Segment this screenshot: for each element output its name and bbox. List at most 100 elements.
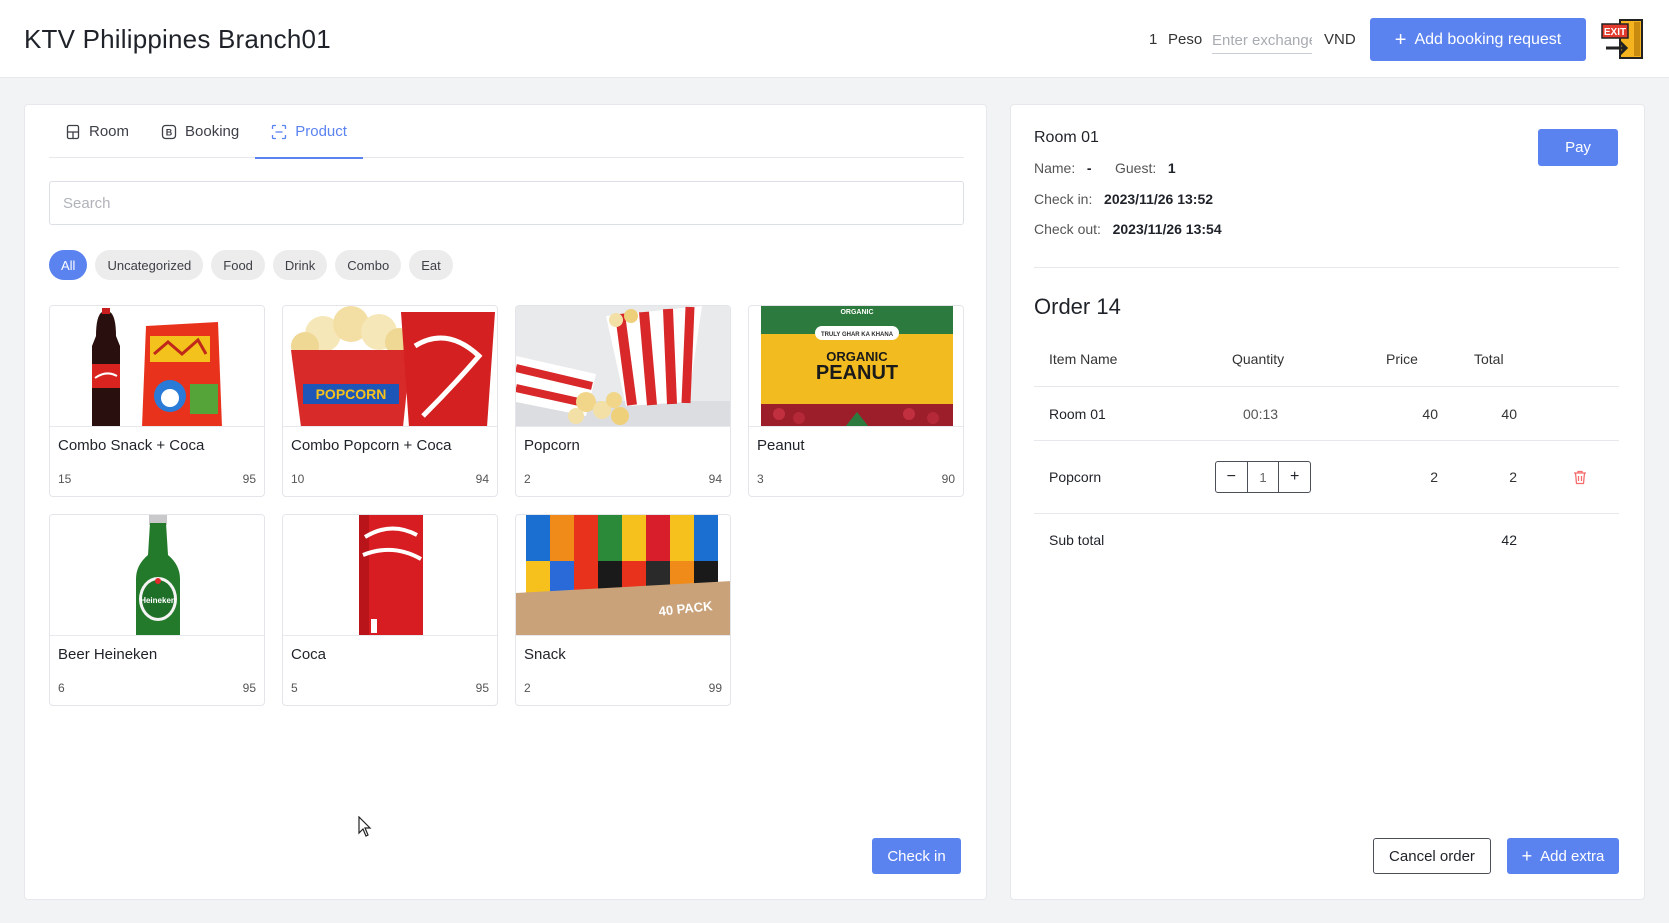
item-name: Popcorn <box>1049 469 1102 485</box>
item-name: Room 01 <box>1049 405 1106 422</box>
product-card[interactable]: Coca 5 95 <box>282 514 498 706</box>
products-panel: Room B Booking Product All Uncategorized… <box>24 104 987 900</box>
table-row: Popcorn − 1 + 2 2 <box>1034 441 1619 514</box>
product-stock: 5 <box>291 681 298 695</box>
decrease-button[interactable]: − <box>1216 462 1247 492</box>
tab-bar: Room B Booking Product <box>49 105 964 159</box>
tab-booking-label: Booking <box>185 123 240 140</box>
name-value: - <box>1086 160 1092 176</box>
svg-text:PEANUT: PEANUT <box>816 362 898 384</box>
product-name: Peanut <box>757 437 805 454</box>
order-table: Item Name Quantity Price Total Room 01 0… <box>1034 331 1619 566</box>
product-price: 95 <box>475 681 489 695</box>
item-total: 40 <box>1501 405 1517 422</box>
cancel-order-button[interactable]: Cancel order <box>1373 838 1491 874</box>
product-grid: Combo Snack + Coca 15 95 POPCORN Combo P… <box>49 305 969 706</box>
add-booking-request-button[interactable]: + Add booking request <box>1370 18 1586 61</box>
exchange-rate-source-currency: Peso <box>1168 31 1203 48</box>
add-booking-request-label: Add booking request <box>1414 30 1562 48</box>
trash-icon[interactable] <box>1572 469 1588 485</box>
increase-button[interactable]: + <box>1279 462 1310 492</box>
add-extra-label: Add extra <box>1540 847 1605 865</box>
check-out-value: 2023/11/26 13:54 <box>1112 221 1222 237</box>
top-header: KTV Philippines Branch01 1 Peso VND + Ad… <box>0 0 1669 78</box>
column-price: Price <box>1386 350 1418 367</box>
category-chip-food[interactable]: Food <box>211 250 265 280</box>
item-total: 2 <box>1509 469 1517 485</box>
quantity-input[interactable]: 1 <box>1246 462 1280 492</box>
combo-snack-coca-image <box>50 306 264 427</box>
item-price: 40 <box>1422 405 1438 422</box>
tab-room[interactable]: Room <box>49 105 145 158</box>
product-card[interactable]: POPCORN Combo Popcorn + Coca 10 94 <box>282 305 498 497</box>
product-name: Combo Snack + Coca <box>58 437 205 454</box>
category-chip-all[interactable]: All <box>49 250 88 280</box>
exit-icon[interactable]: EXIT <box>1600 18 1646 62</box>
product-price: 94 <box>475 472 489 486</box>
plus-icon: + <box>1394 28 1407 51</box>
category-filter: All Uncategorized Food Drink Combo Eat <box>49 250 453 280</box>
heineken-image: Heineken <box>50 515 264 636</box>
product-card[interactable]: Combo Snack + Coca 15 95 <box>49 305 265 497</box>
product-stock: 10 <box>291 472 305 486</box>
category-chip-uncategorized[interactable]: Uncategorized <box>95 250 204 280</box>
table-header: Item Name Quantity Price Total <box>1034 331 1619 387</box>
check-out-label: Check out: <box>1034 221 1101 237</box>
name-label: Name: <box>1034 160 1076 176</box>
product-name: Popcorn <box>524 437 580 454</box>
exchange-rate-target-currency: VND <box>1324 31 1356 48</box>
product-price: 94 <box>708 472 722 486</box>
guest-count-row: Guest: 1 <box>1115 160 1176 176</box>
table-row: Room 01 00:13 40 40 <box>1034 387 1619 441</box>
order-panel: Room 01 Name: - Guest: 1 Check in: 2023/… <box>1010 104 1645 900</box>
tab-product[interactable]: Product <box>255 105 363 159</box>
guest-label: Guest: <box>1115 160 1157 176</box>
column-item-name: Item Name <box>1049 350 1118 367</box>
item-price: 2 <box>1430 469 1438 485</box>
search-input[interactable] <box>49 181 964 225</box>
snack-box-image: 40 PACK <box>516 515 730 636</box>
svg-text:TRULY GHAR KA KHANA: TRULY GHAR KA KHANA <box>821 332 894 338</box>
add-extra-button[interactable]: + Add extra <box>1507 838 1619 874</box>
guest-name-row: Name: - <box>1034 160 1092 176</box>
order-title: Order 14 <box>1034 294 1121 319</box>
room-icon <box>66 124 80 139</box>
category-chip-combo[interactable]: Combo <box>335 250 402 280</box>
subtotal-row: Sub total 42 <box>1034 514 1619 566</box>
exchange-rate-input[interactable] <box>1212 28 1312 54</box>
item-duration: 00:13 <box>1243 405 1279 422</box>
quantity-stepper: − 1 + <box>1215 461 1311 493</box>
check-out-row: Check out: 2023/11/26 13:54 <box>1034 221 1222 237</box>
pay-button[interactable]: Pay <box>1538 129 1618 166</box>
peanut-image: ORGANIC TRULY GHAR KA KHANA ORGANIC PEAN… <box>749 306 963 427</box>
product-price: 99 <box>708 681 722 695</box>
product-stock: 2 <box>524 472 531 486</box>
section-divider <box>1034 267 1619 268</box>
check-in-button[interactable]: Check in <box>872 838 961 874</box>
subtotal-label: Sub total <box>1049 532 1105 548</box>
product-card[interactable]: Heineken Beer Heineken 6 95 <box>49 514 265 706</box>
product-card[interactable]: 40 PACK Snack 2 99 <box>515 514 731 706</box>
check-in-label: Check in: <box>1034 191 1093 207</box>
product-card[interactable]: ORGANIC TRULY GHAR KA KHANA ORGANIC PEAN… <box>748 305 964 497</box>
combo-popcorn-coca-image: POPCORN <box>283 306 497 427</box>
svg-text:Heineken: Heineken <box>140 596 176 605</box>
guest-value: 1 <box>1167 160 1176 176</box>
product-price: 90 <box>941 472 955 486</box>
product-card[interactable]: Popcorn 2 94 <box>515 305 731 497</box>
category-chip-eat[interactable]: Eat <box>409 250 453 280</box>
svg-text:B: B <box>166 127 173 137</box>
column-total: Total <box>1474 350 1504 367</box>
category-chip-drink[interactable]: Drink <box>272 250 328 280</box>
coca-image <box>283 515 497 636</box>
tab-room-label: Room <box>89 123 130 140</box>
page-title: KTV Philippines Branch01 <box>24 24 331 54</box>
booking-icon: B <box>161 124 177 139</box>
popcorn-image <box>516 306 730 427</box>
tab-booking[interactable]: B Booking <box>145 105 255 158</box>
product-stock: 15 <box>58 472 72 486</box>
product-name: Beer Heineken <box>58 646 158 663</box>
product-stock: 6 <box>58 681 65 695</box>
room-title: Room 01 <box>1034 129 1099 146</box>
mouse-cursor-icon <box>358 816 372 837</box>
